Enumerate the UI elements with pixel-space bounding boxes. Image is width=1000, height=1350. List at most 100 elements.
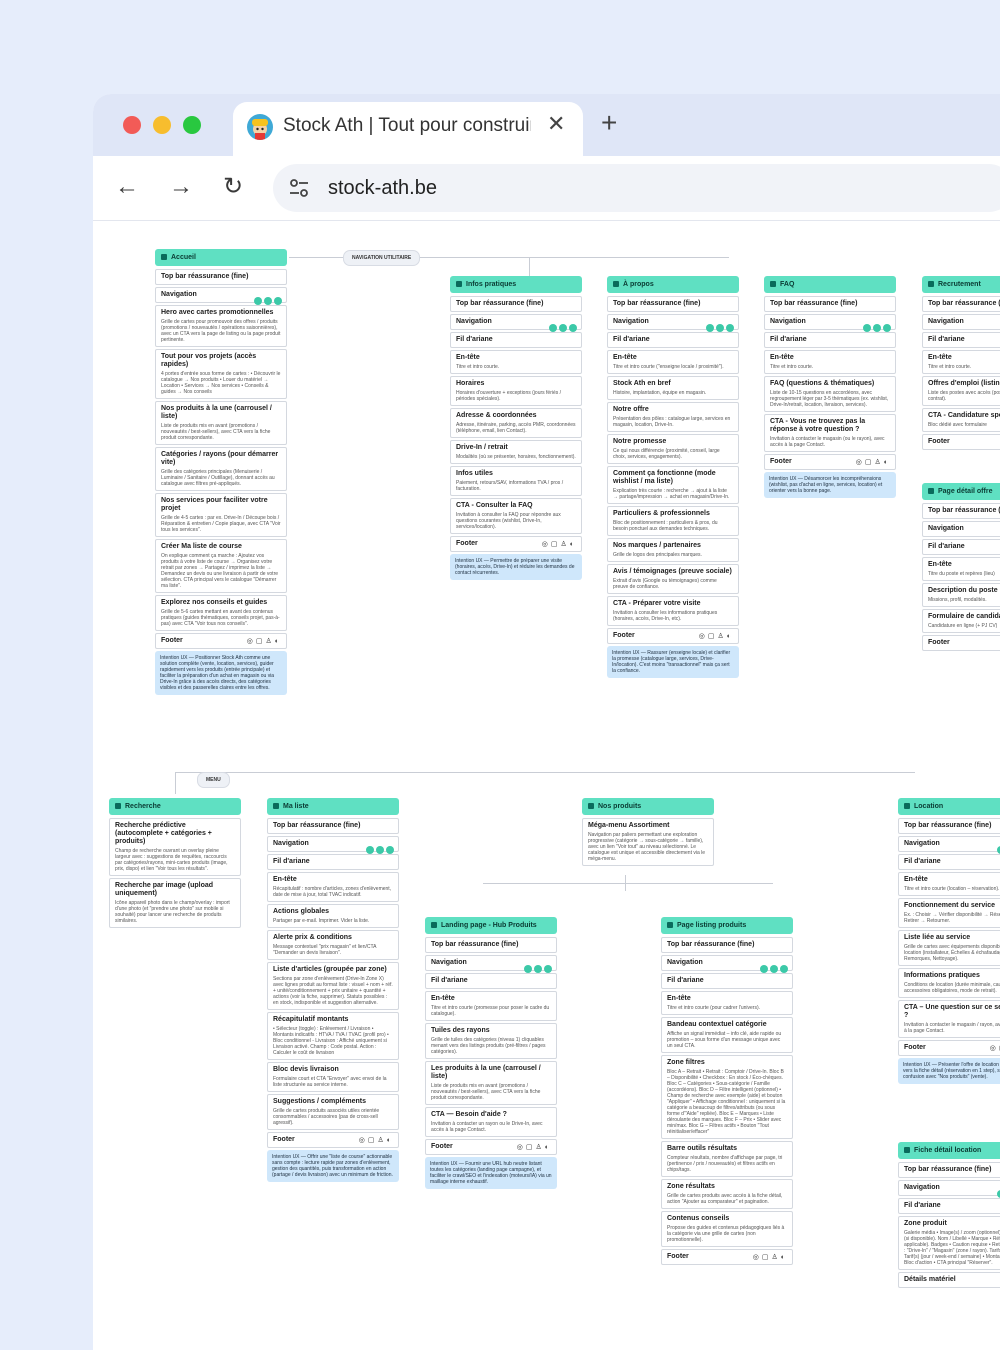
list-icon: [386, 846, 394, 854]
section-title: CTA — Besoin d'aide ?: [431, 1111, 507, 1118]
section-title: Fil d'ariane: [904, 1202, 941, 1209]
section-title: Notre offre: [613, 406, 649, 413]
browser-window: Stock Ath | Tout pour construire ✕ + ← →…: [93, 94, 1000, 1350]
label-navigation-utilitaire: NAVIGATION UTILITAIRE: [343, 250, 421, 266]
forward-button[interactable]: →: [169, 172, 193, 202]
section-card-footer: Footer◎▢♙◐: [425, 1139, 557, 1155]
section-description: Formulaire court et CTA "Envoyer" avec e…: [273, 1076, 387, 1088]
section-card-fil-d-ariane: Fil d'ariane: [661, 973, 793, 989]
column-landing-hub: Landing page - Hub Produits Top bar réass…: [425, 917, 557, 1189]
section-description: Galerie média • Image(s) / zoom (optionn…: [904, 1230, 1000, 1266]
section-card-notre-promesse: Notre promesse Ce qui nous différencie (p…: [607, 434, 739, 464]
section-title: Stock Ath en bref: [613, 380, 671, 387]
section-description: Invitation à contacter un rayon ou le Dr…: [431, 1121, 543, 1133]
ux-intention-note: Intention UX — Fournir une URL hub neutr…: [425, 1157, 557, 1189]
section-card-navigation: Navigation: [155, 287, 287, 305]
section-title: Top bar réassurance (fine): [928, 507, 1000, 514]
section-title: Fil d'ariane: [770, 336, 807, 343]
section-card-fonctionnement-du-service: Fonctionnement du service Ex. : Choisir →…: [898, 898, 1000, 928]
section-card-top-bar-reassurance-fine: Top bar réassurance (fine): [155, 269, 287, 285]
section-title: Tout pour vos projets (accès rapides): [161, 353, 257, 368]
section-card-fil-d-ariane: Fil d'ariane: [607, 332, 739, 348]
section-title: Top bar réassurance (fine): [161, 273, 249, 280]
section-title: CTA - Vous ne trouvez pas la réponse à v…: [770, 418, 866, 433]
section-title: Fil d'ariane: [928, 336, 965, 343]
section-card-footer: Footer◎▢♙◐: [898, 1040, 1000, 1056]
section-title: Navigation: [904, 840, 940, 847]
address-bar[interactable]: stock-ath.be: [273, 164, 1000, 212]
column-fiche-location: Fiche détail location Top bar réassurance…: [898, 1142, 1000, 1290]
section-card-barre-outils-resultats: Barre outils résultats Compteur résultats…: [661, 1141, 793, 1177]
heart-icon: [534, 965, 542, 973]
tab-bar: Stock Ath | Tout pour construire ✕ +: [93, 94, 1000, 156]
page-header-infos-pratiques: Infos pratiques: [450, 276, 582, 293]
site-settings-icon[interactable]: [287, 176, 311, 200]
section-description: Liste des postes avec accès (poste, type…: [928, 390, 1000, 402]
section-card-cta-preparer-votre-visite: CTA - Préparer votre visite Invitation à …: [607, 596, 739, 626]
section-description: Missions, profil, modalités.: [928, 597, 987, 603]
close-window-button[interactable]: [123, 116, 141, 134]
column-accueil: Accueil Top bar réassurance (fine) Navigat…: [155, 249, 287, 695]
heart-icon: [716, 324, 724, 332]
section-card-nos-produits-a-la-une-carrouse: Nos produits à la une (carrousel / liste…: [155, 401, 287, 445]
section-card-cta-une-question-sur-ce-servic: CTA – Une question sur ce service ? Invit…: [898, 1000, 1000, 1038]
section-description: Grille de tuiles des catégories (niveau …: [431, 1037, 546, 1055]
page-header-ma-liste: Ma liste: [267, 798, 399, 815]
ux-intention-note: Intention UX — Offrir une "liste de cour…: [267, 1150, 399, 1182]
section-description: Ce qui nous différencie (proximité, cons…: [613, 448, 720, 460]
section-title: Nos services pour faciliter votre projet: [161, 497, 268, 512]
section-title: Informations pratiques: [904, 972, 980, 979]
ux-intention-note: Intention UX — Positionner Stock Ath com…: [155, 651, 287, 695]
section-title: Liste d'articles (groupée par zone): [273, 966, 387, 973]
section-title: CTA - Consulter la FAQ: [456, 502, 533, 509]
section-description: Liste de produits mis en avant (promotio…: [161, 423, 271, 441]
back-button[interactable]: ←: [115, 172, 139, 202]
section-title: Récapitulatif montants: [273, 1016, 349, 1023]
section-title: Méga-menu Assortiment: [588, 822, 670, 829]
section-description: Extrait d'avis (Google ou témoignages) c…: [613, 578, 717, 590]
page-header-location: Location: [898, 798, 1000, 815]
section-title: En-tête: [904, 876, 928, 883]
footer-icons: ◎▢♙◐: [698, 633, 734, 640]
section-card-top-bar-reassurance-fine: Top bar réassurance (fine): [764, 296, 896, 312]
section-card-navigation: Navigation: [425, 955, 557, 973]
section-title: Zone filtres: [667, 1059, 705, 1066]
section-description: Titre et intro courte.: [770, 364, 814, 370]
heart-icon: [770, 965, 778, 973]
new-tab-button[interactable]: +: [601, 108, 617, 138]
section-description: Horaires d'ouverture + exceptions (jours…: [456, 390, 562, 402]
browser-tab[interactable]: Stock Ath | Tout pour construire ✕: [233, 102, 583, 156]
section-title: Notre promesse: [613, 438, 667, 445]
section-description: Bloc dédié avec formulaire: [928, 422, 987, 428]
section-title: Top bar réassurance (fine): [928, 300, 1000, 307]
minimize-window-button[interactable]: [153, 116, 171, 134]
section-title: Suggestions / compléments: [273, 1098, 366, 1105]
section-description: Invitation à consulter les informations …: [613, 610, 718, 622]
section-card-fil-d-ariane: Fil d'ariane: [425, 973, 557, 989]
section-card-mega-menu-assortiment: Méga-menu Assortiment Navigation par pali…: [582, 818, 714, 866]
connector-line: [529, 257, 530, 277]
section-description: Invitation à contacter le magasin (ou le…: [770, 436, 885, 448]
section-description: Grille de cartes produits avec accès à l…: [667, 1193, 783, 1205]
section-title: En-tête: [273, 876, 297, 883]
section-title: Top bar réassurance (fine): [431, 941, 519, 948]
heart-icon: [873, 324, 881, 332]
section-title: Nos marques / partenaires: [613, 542, 701, 549]
section-card-footer: Footer◎▢♙◐: [607, 628, 739, 644]
page-header-faq: FAQ: [764, 276, 896, 293]
section-title: Zone résultats: [667, 1183, 715, 1190]
section-title: Top bar réassurance (fine): [613, 300, 701, 307]
section-card-top-bar-reassurance-fine: Top bar réassurance (fine): [898, 818, 1000, 834]
section-card-hero-avec-cartes-promotionnell: Hero avec cartes promotionnelles Grille d…: [155, 305, 287, 347]
section-description: Grille de logos des principales marques.: [613, 552, 702, 558]
tab-close-icon[interactable]: ✕: [547, 110, 565, 138]
section-card-bandeau-contextuel-categorie: Bandeau contextuel catégorie Affiche un s…: [661, 1017, 793, 1053]
section-card-drive-in-retrait: Drive-In / retrait Modalités (où se prése…: [450, 440, 582, 464]
section-card-fil-d-ariane: Fil d'ariane: [898, 854, 1000, 870]
maximize-window-button[interactable]: [183, 116, 201, 134]
reload-button[interactable]: ↻: [223, 172, 243, 202]
section-title: FAQ (questions & thématiques): [770, 380, 875, 387]
section-card-footer: Footer◎▢♙◐: [450, 536, 582, 552]
stock-ath-logo-icon: [247, 114, 273, 140]
sitemap-canvas: NAVIGATION UTILITAIRE MENU Accueil Top ba…: [93, 221, 1000, 1350]
